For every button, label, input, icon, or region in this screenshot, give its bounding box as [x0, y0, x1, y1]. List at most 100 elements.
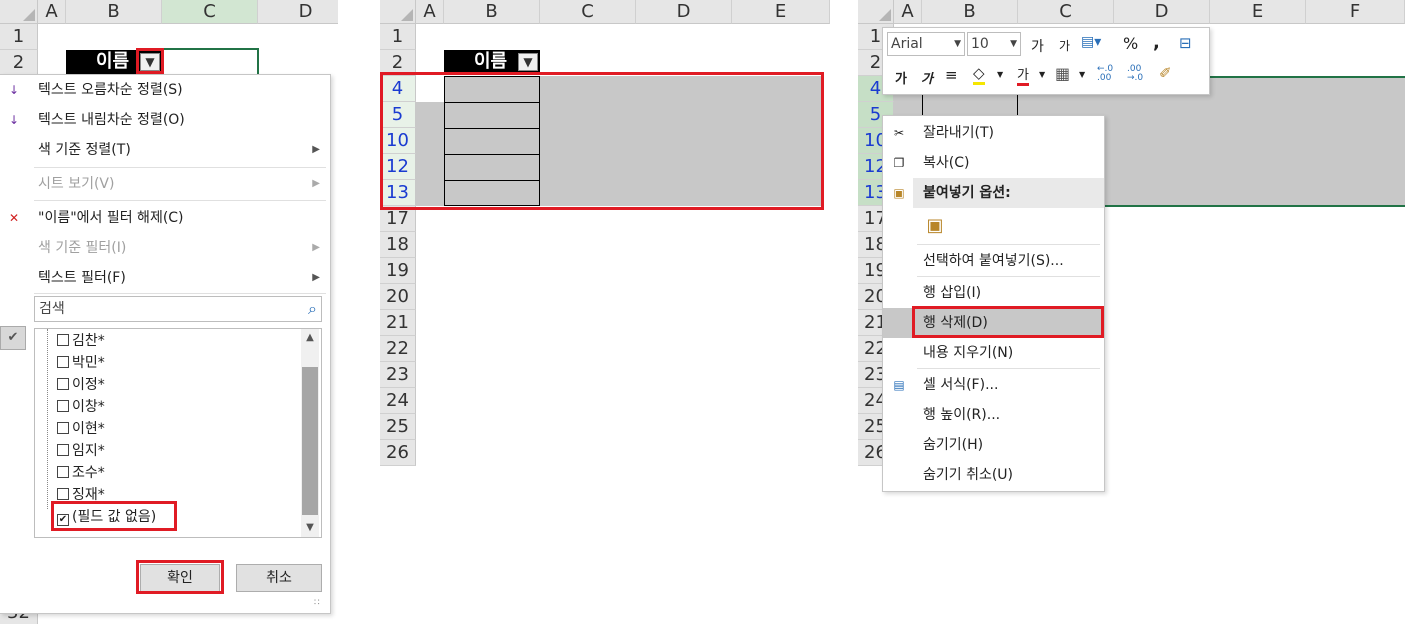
menu-insert-row[interactable]: 행 삽입(I): [883, 278, 1104, 308]
menu-hide[interactable]: 숨기기(H): [883, 430, 1104, 460]
col-header-a[interactable]: A: [894, 0, 922, 24]
list-item[interactable]: 이정*: [57, 374, 105, 396]
list-item[interactable]: 임지*: [57, 440, 105, 462]
chevron-down-icon[interactable]: ▼: [1039, 70, 1045, 79]
menu-label: 복사(C): [923, 155, 970, 171]
col-header-c[interactable]: C: [540, 0, 636, 24]
chevron-down-icon[interactable]: ▼: [997, 70, 1003, 79]
comma-style-button[interactable]: ,: [1153, 32, 1160, 53]
highlight-visible-rows: [380, 72, 824, 210]
row-header[interactable]: 18: [380, 232, 416, 258]
menu-paste-special[interactable]: 선택하여 붙여넣기(S)...: [883, 246, 1104, 276]
italic-button[interactable]: 가: [921, 68, 933, 87]
row-header[interactable]: 23: [380, 362, 416, 388]
col-header-f[interactable]: F: [1306, 0, 1405, 24]
select-all-corner[interactable]: [858, 0, 894, 24]
menu-text-filters[interactable]: 텍스트 필터(F) ▶: [0, 263, 330, 293]
select-all-corner[interactable]: [0, 0, 38, 24]
scroll-down-icon[interactable]: ▼: [301, 519, 319, 537]
filter-search-input[interactable]: 검색 ⌕: [34, 296, 322, 322]
menu-cut[interactable]: ✂ 잘라내기(T): [883, 118, 1104, 148]
scroll-up-icon[interactable]: ▲: [301, 329, 319, 347]
search-icon: ⌕: [308, 299, 317, 318]
accounting-format-icon[interactable]: ▤▾: [1081, 34, 1101, 50]
tree-line: [47, 329, 48, 509]
checkbox[interactable]: [57, 466, 69, 478]
checkbox[interactable]: [57, 356, 69, 368]
list-item-label: 김찬*: [72, 333, 105, 349]
percent-style-button[interactable]: %: [1123, 34, 1138, 53]
row-header[interactable]: 20: [380, 284, 416, 310]
list-scrollbar[interactable]: ▲ ▼: [301, 329, 319, 537]
col-header-a[interactable]: A: [38, 0, 66, 24]
col-header-d[interactable]: D: [636, 0, 732, 24]
menu-unhide[interactable]: 숨기기 취소(U): [883, 460, 1104, 490]
decrease-font-icon[interactable]: 가: [1059, 37, 1070, 54]
row-header[interactable]: 21: [380, 310, 416, 336]
fill-color-icon[interactable]: ◇: [973, 64, 985, 85]
checkbox[interactable]: [57, 400, 69, 412]
menu-copy[interactable]: ❐ 복사(C): [883, 148, 1104, 178]
row-header[interactable]: 25: [380, 414, 416, 440]
scroll-thumb[interactable]: [302, 367, 318, 515]
col-header-b[interactable]: B: [922, 0, 1018, 24]
menu-sort-ascending[interactable]: ↓ 텍스트 오름차순 정렬(S): [0, 75, 330, 105]
menu-sort-by-color[interactable]: 색 기준 정렬(T) ▶: [0, 135, 330, 165]
row-header[interactable]: 26: [380, 440, 416, 466]
chevron-down-icon[interactable]: ▼: [1079, 70, 1085, 79]
menu-label: 숨기기(H): [923, 437, 984, 453]
col-header-a[interactable]: A: [416, 0, 444, 24]
row-header-2[interactable]: 2: [0, 50, 38, 76]
row-header[interactable]: 22: [380, 336, 416, 362]
list-item[interactable]: 이창*: [57, 396, 105, 418]
col-header-c[interactable]: C: [162, 0, 258, 24]
checkbox[interactable]: [57, 444, 69, 456]
menu-label: 텍스트 필터(F): [38, 270, 126, 286]
checkbox[interactable]: [57, 488, 69, 500]
col-header-c[interactable]: C: [1018, 0, 1114, 24]
menu-clear-contents[interactable]: 내용 지우기(N): [883, 338, 1104, 368]
list-item[interactable]: 이현*: [57, 418, 105, 440]
menu-sort-descending[interactable]: ↓ 텍스트 내림차순 정렬(O): [0, 105, 330, 135]
col-header-b[interactable]: B: [444, 0, 540, 24]
list-item-label: 이정*: [72, 377, 105, 393]
resize-grip-icon[interactable]: ∷: [314, 598, 320, 608]
bold-button[interactable]: 가: [895, 68, 907, 87]
highlight-blank-item: [51, 501, 177, 531]
checkbox[interactable]: [57, 422, 69, 434]
font-size-select[interactable]: 10 ▼: [967, 32, 1021, 56]
menu-clear-filter[interactable]: ✕ "이름"에서 필터 해제(C): [0, 203, 330, 233]
font-name-select[interactable]: Arial ▼: [887, 32, 965, 56]
menu-label: 숨기기 취소(U): [923, 467, 1014, 483]
col-header-d[interactable]: D: [1114, 0, 1210, 24]
row-header-1[interactable]: 1: [0, 24, 38, 50]
col-header-d[interactable]: D: [258, 0, 338, 24]
filter-active-button[interactable]: ▼: [518, 53, 538, 71]
increase-font-icon[interactable]: 가: [1031, 36, 1044, 56]
checkbox[interactable]: [57, 334, 69, 346]
menu-label: 행 삽입(I): [923, 285, 982, 301]
col-header-e[interactable]: E: [732, 0, 830, 24]
list-item[interactable]: 박민*: [57, 352, 105, 374]
cancel-button[interactable]: 취소: [236, 564, 322, 592]
row-header[interactable]: 1: [380, 24, 416, 50]
font-color-button[interactable]: 가: [1017, 64, 1029, 86]
list-item[interactable]: 조수*: [57, 462, 105, 484]
col-header-e[interactable]: E: [1210, 0, 1306, 24]
select-all-corner[interactable]: [380, 0, 416, 24]
menu-row-height[interactable]: 행 높이(R)...: [883, 400, 1104, 430]
merge-center-icon[interactable]: ⊟: [1179, 34, 1192, 52]
decrease-decimal-icon[interactable]: .00 →.0: [1127, 65, 1143, 83]
menu-format-cells[interactable]: ▤ 셀 서식(F)...: [883, 370, 1104, 400]
menu-label: 텍스트 내림차순 정렬(O): [38, 112, 185, 128]
align-center-icon[interactable]: ≡: [945, 66, 958, 84]
col-header-b[interactable]: B: [66, 0, 162, 24]
increase-decimal-icon[interactable]: ←.0 .00: [1097, 65, 1113, 83]
paste-button[interactable]: ▣: [923, 214, 947, 238]
list-item[interactable]: 김찬*: [57, 330, 105, 352]
borders-icon[interactable]: ▦: [1055, 64, 1070, 83]
checkbox[interactable]: [57, 378, 69, 390]
row-header[interactable]: 19: [380, 258, 416, 284]
format-painter-icon[interactable]: ✐: [1159, 64, 1172, 82]
row-header[interactable]: 24: [380, 388, 416, 414]
